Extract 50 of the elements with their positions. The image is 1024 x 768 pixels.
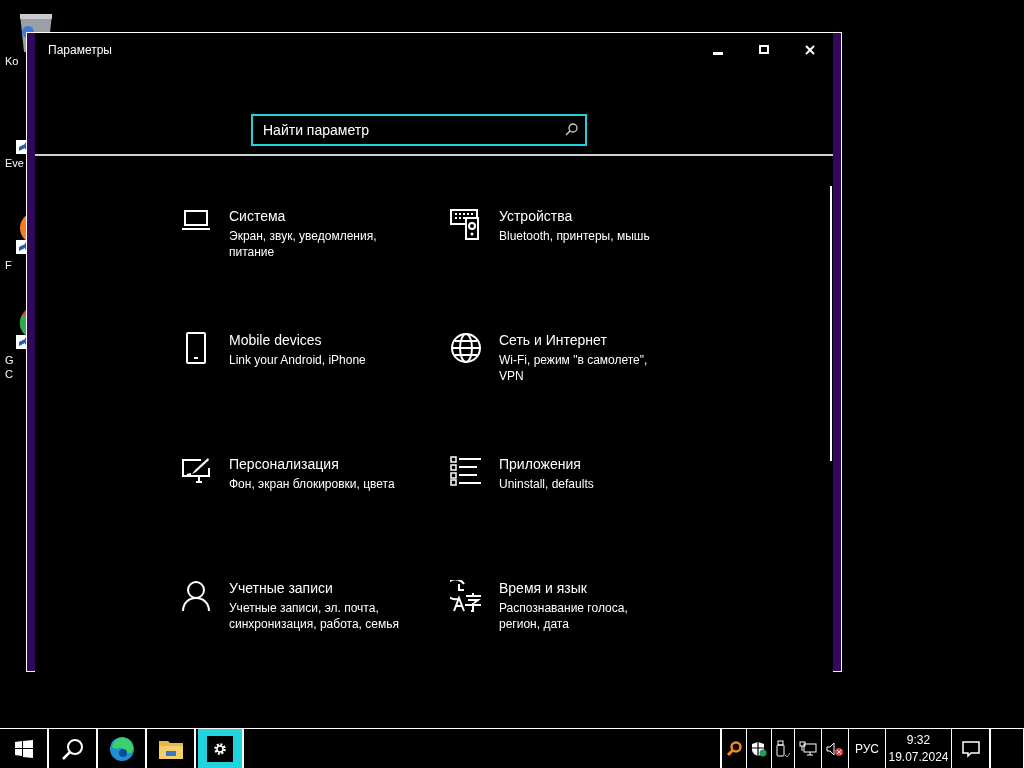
search-icon bbox=[61, 737, 84, 760]
phone-icon bbox=[186, 332, 206, 364]
category-description: Экран, звук, уведомления, питание bbox=[229, 228, 378, 260]
category-title[interactable]: Устройства bbox=[499, 208, 670, 224]
category-description: Bluetooth, принтеры, мышь bbox=[499, 228, 651, 244]
category-description: Link your Android, iPhone bbox=[229, 352, 367, 368]
category-title[interactable]: Учетные записи bbox=[229, 580, 400, 596]
clock-language-icon bbox=[450, 580, 482, 612]
clock[interactable]: 9:32 19.07.2024 bbox=[886, 729, 952, 768]
folder-icon bbox=[158, 738, 183, 759]
show-desktop-button[interactable] bbox=[990, 729, 1024, 768]
usb-drive-icon bbox=[776, 739, 790, 758]
laptop-icon bbox=[181, 208, 211, 232]
category-description: Учетные записи, эл. почта, синхронизация, работа, семья bbox=[229, 600, 400, 632]
category-description: Wi-Fi, режим "в самолете", VPN bbox=[499, 352, 649, 384]
shield-icon bbox=[751, 740, 767, 757]
search-field[interactable]: Найти параметр bbox=[251, 114, 587, 146]
desktop-icon-label[interactable]: G bbox=[5, 353, 14, 367]
maximize-icon bbox=[759, 45, 769, 55]
desktop-icon-label[interactable]: C bbox=[5, 367, 13, 381]
scrollbar[interactable] bbox=[830, 186, 832, 461]
desktop-icon-label[interactable]: Ko bbox=[5, 54, 19, 68]
person-icon bbox=[181, 580, 211, 612]
window-title: Параметры bbox=[47, 43, 113, 57]
category-title[interactable]: Приложения bbox=[499, 456, 670, 472]
browser-icon bbox=[108, 735, 135, 762]
category-title[interactable]: Персонализация bbox=[229, 456, 400, 472]
category-title[interactable]: Сеть и Интернет bbox=[499, 332, 670, 348]
taskbar-button[interactable] bbox=[198, 729, 244, 768]
category-title[interactable]: Mobile devices bbox=[229, 332, 400, 348]
search-icon bbox=[565, 123, 578, 136]
category-description: Фон, экран блокировки, цвета bbox=[229, 476, 396, 492]
category-description: Распознавание голоса, регион, дата bbox=[499, 600, 629, 632]
globe-icon bbox=[450, 332, 482, 364]
gear-icon bbox=[213, 741, 227, 756]
category-title[interactable]: Система bbox=[229, 208, 400, 224]
keyboard-speaker-icon bbox=[450, 208, 482, 240]
muted-speaker-icon bbox=[826, 740, 844, 757]
desktop-icon-label[interactable]: Eve bbox=[5, 156, 24, 170]
network-icon bbox=[799, 740, 817, 757]
app-list-icon bbox=[450, 456, 482, 486]
close-icon bbox=[805, 45, 815, 55]
minimize-icon bbox=[713, 52, 723, 55]
category-title[interactable]: Время и язык bbox=[499, 580, 670, 596]
windows-icon bbox=[14, 739, 33, 758]
monitor-brush-icon bbox=[181, 456, 211, 484]
speech-bubble-icon bbox=[961, 739, 980, 758]
magnifier-icon bbox=[726, 740, 742, 757]
category-description: Uninstall, defaults bbox=[499, 476, 595, 492]
desktop-icon-label[interactable]: F bbox=[5, 258, 12, 272]
